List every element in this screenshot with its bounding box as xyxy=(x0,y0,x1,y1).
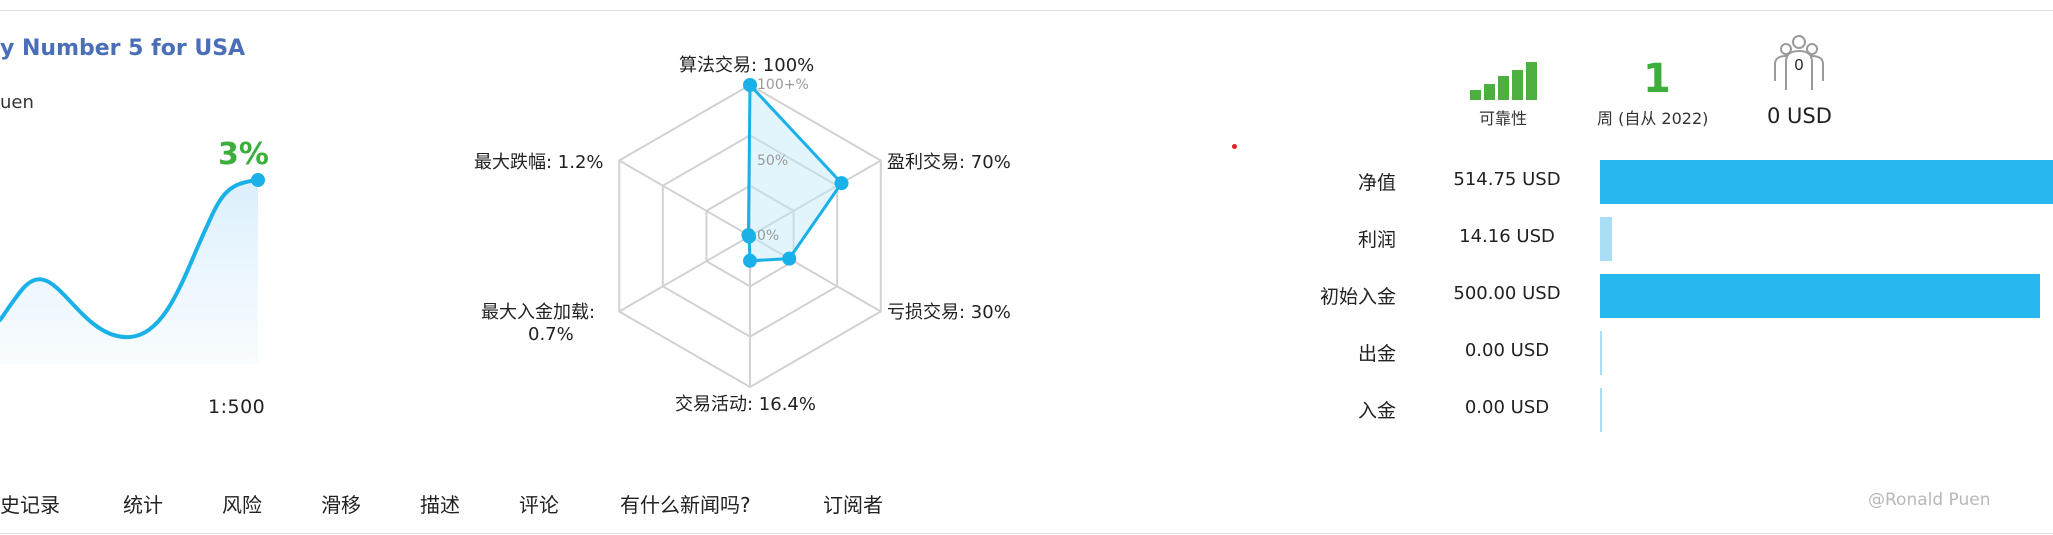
radar-label-algo: 算法交易: 100% xyxy=(679,55,815,76)
stat-bar xyxy=(1600,217,1613,261)
radar-label-load-2: 0.7% xyxy=(528,324,574,345)
stat-label: 初始入金 xyxy=(1319,286,1396,308)
radar-point-algo xyxy=(743,78,757,92)
stat-label: 利润 xyxy=(1357,229,1396,251)
radar-label-loss: 亏损交易: 30% xyxy=(887,302,1011,323)
tab-risk[interactable]: 风险 xyxy=(222,489,262,518)
radar-point-activity xyxy=(743,253,757,268)
subscriber-funds: 0 USD xyxy=(1767,104,1832,128)
radar-label-load-1: 最大入金加载: xyxy=(481,302,596,323)
stat-label: 净值 xyxy=(1357,172,1396,194)
radar-point-loss xyxy=(782,251,797,266)
subscriber-count: 0 xyxy=(1795,57,1804,74)
stat-value: 0.00 USD xyxy=(1464,340,1550,361)
radar-point-drawdown xyxy=(741,228,756,243)
tab-description[interactable]: 描述 xyxy=(420,489,460,518)
stat-bar xyxy=(1600,274,2040,318)
radar-label-profit: 盈利交易: 70% xyxy=(887,152,1011,173)
stat-bar xyxy=(1600,388,1602,432)
reliability-bar xyxy=(1512,70,1523,100)
radar-chart xyxy=(618,78,882,389)
stat-bar xyxy=(1600,160,2053,204)
radar-axis-load xyxy=(618,235,751,313)
tab-news[interactable]: 有什么新闻吗? xyxy=(620,489,751,518)
bottom-divider xyxy=(0,533,2053,534)
stat-label: 出金 xyxy=(1357,343,1396,365)
reliability-icon xyxy=(1470,62,1546,100)
radar-label-drawdown: 最大跌幅: 1.2% xyxy=(474,152,604,173)
tab-statistics[interactable]: 统计 xyxy=(123,489,163,518)
reliability-bar xyxy=(1498,76,1509,100)
status-dot xyxy=(1232,144,1237,149)
radar-label-activity: 交易活动: 16.4% xyxy=(675,394,816,415)
radar-scale-100: 100+% xyxy=(757,77,809,93)
weeks-label: 周 (自从 2022) xyxy=(1597,109,1709,128)
stat-value: 514.75 USD xyxy=(1453,169,1561,190)
tab-slippage[interactable]: 滑移 xyxy=(321,489,361,518)
tab-history[interactable]: 史记录 xyxy=(0,489,60,518)
stat-value: 500.00 USD xyxy=(1453,283,1561,304)
tab-reviews[interactable]: 评论 xyxy=(519,489,559,518)
tab-subscribers[interactable]: 订阅者 xyxy=(823,489,883,518)
reliability-bar xyxy=(1526,62,1537,100)
radar-scale-0: 0% xyxy=(757,228,780,244)
weeks-value: 1 xyxy=(1643,56,1671,102)
signal-page: y Number 5 for USA uen 3% 1:500 100+% 50… xyxy=(0,0,2053,535)
stat-value: 14.16 USD xyxy=(1459,226,1555,247)
reliability-label: 可靠性 xyxy=(1479,109,1528,128)
stat-value: 0.00 USD xyxy=(1464,397,1550,418)
radar-point-profit xyxy=(834,176,849,191)
stat-label: 入金 xyxy=(1357,400,1396,422)
stat-bar xyxy=(1600,331,1602,375)
radar-axis-drawdown xyxy=(618,159,751,237)
reliability-bar xyxy=(1484,84,1495,100)
reliability-bar xyxy=(1470,90,1481,100)
radar-scale-50: 50% xyxy=(757,153,789,169)
people-icon: 0 xyxy=(1774,35,1824,90)
watermark: @Ronald Puen xyxy=(1868,490,1991,510)
